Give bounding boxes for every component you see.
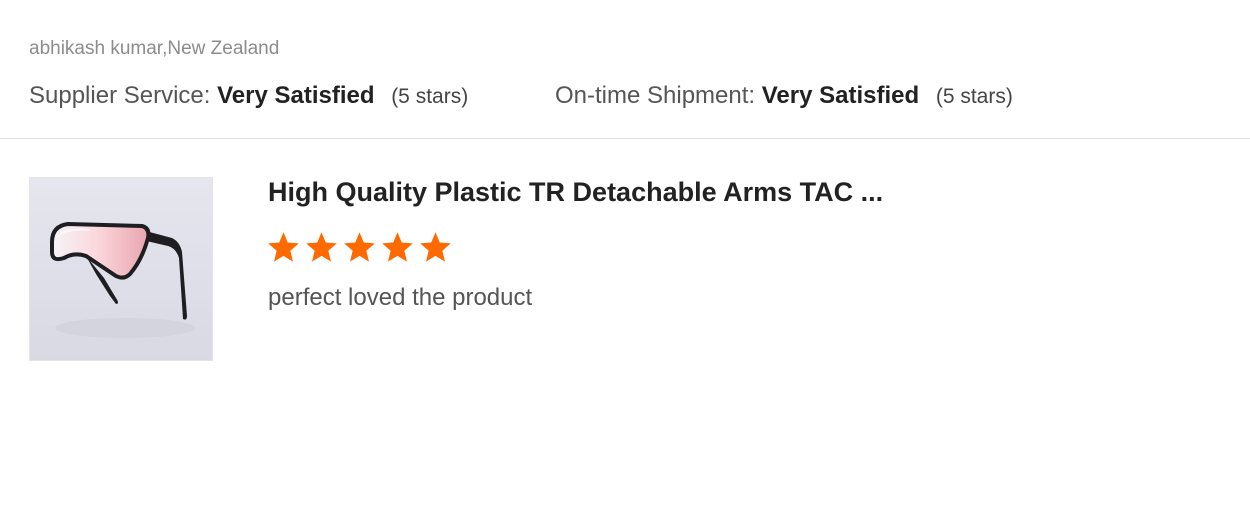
review-card: abhikash kumar,New Zealand Supplier Serv… [0, 0, 1250, 510]
on-time-shipment-value: Very Satisfied [761, 82, 920, 109]
supplier-service-stars-text: (5 stars) [391, 85, 469, 108]
divider [0, 138, 1250, 139]
star-icon [382, 232, 413, 262]
on-time-shipment-stars-text: (5 stars) [935, 85, 1013, 108]
star-icon [420, 232, 451, 262]
supplier-service-label: Supplier Service: [29, 82, 211, 109]
product-star-rating [266, 230, 453, 268]
reviewer-name-location: abhikash kumar,New Zealand [29, 38, 280, 59]
review-comment: perfect loved the product [268, 284, 533, 311]
product-image[interactable] [29, 177, 213, 361]
sunglasses-image-icon [30, 178, 212, 360]
on-time-shipment-rating: On-time Shipment: Very Satisfied (5 star… [555, 81, 1013, 112]
supplier-service-rating: Supplier Service: Very Satisfied (5 star… [29, 81, 468, 112]
on-time-shipment-label: On-time Shipment: [555, 82, 756, 109]
star-icon [268, 232, 299, 262]
product-title[interactable]: High Quality Plastic TR Detachable Arms … [268, 175, 883, 209]
supplier-service-value: Very Satisfied [217, 82, 375, 109]
star-icon [306, 232, 337, 262]
star-icon [344, 232, 375, 262]
